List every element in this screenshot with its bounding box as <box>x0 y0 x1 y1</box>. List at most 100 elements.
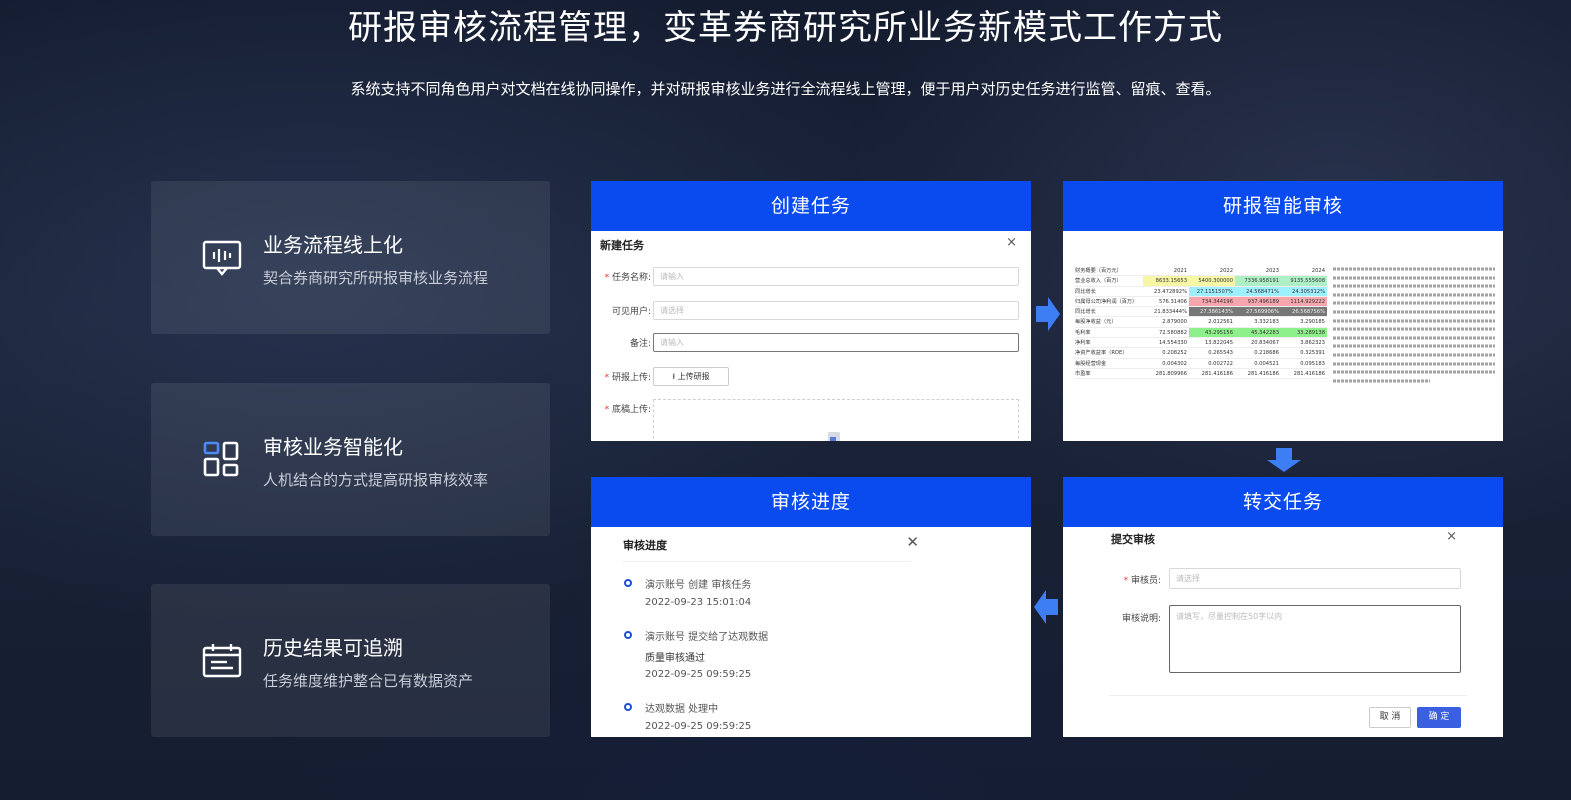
table-row: 归属母公司净利润（百万） 576.31406 734.344196 937.49618… <box>1075 296 1327 308</box>
timeline-event-text: 达观数据 处理中 <box>645 704 719 715</box>
draft-upload-zone[interactable] <box>653 399 1019 441</box>
note-label: 审核说明: <box>1121 614 1161 624</box>
table-cell: 同比增长 <box>1075 288 1096 295</box>
table-row: 财务概要（百万元） 2021 2022 2023 2024 <box>1075 266 1327 277</box>
table-row: 市盈率 281.809966 281.416186 281.416186 281.416… <box>1075 369 1327 380</box>
table-cell: 27.386143% <box>1189 307 1235 317</box>
text-line <box>1333 284 1495 288</box>
table-cell: 0.095183 <box>1300 360 1325 367</box>
table-cell: 8633.15653 <box>1143 276 1189 286</box>
table-cell: 21.833444% <box>1154 309 1187 316</box>
dialog-title: 审核进度 <box>623 539 667 552</box>
text-line <box>1333 327 1495 331</box>
visible-users-select[interactable]: 请选择 <box>653 301 1019 320</box>
close-icon[interactable]: × <box>1446 529 1457 544</box>
arrow-down-icon <box>1267 448 1301 472</box>
timeline-dot <box>624 703 632 711</box>
table-row: 每股净收益（元） 2.879000 2.012561 3.332183 3.290185 <box>1075 317 1327 328</box>
text-line <box>1333 301 1495 305</box>
arrow-left-icon <box>1034 590 1058 624</box>
feature-desc: 人机结合的方式提高研报审核效率 <box>263 471 489 489</box>
report-text-block <box>1333 265 1495 385</box>
draft-upload-label: * 底稿上传: <box>604 405 651 415</box>
table-cell: 576.31406 <box>1158 298 1187 305</box>
table-cell: 1114.929222 <box>1281 296 1327 307</box>
table-cell: 毛利率 <box>1075 329 1091 336</box>
feature-title: 审核业务智能化 <box>263 435 403 459</box>
reviewer-label: * 审核员: <box>1123 576 1161 586</box>
text-line <box>1333 353 1495 357</box>
table-cell: 26.568756% <box>1281 307 1327 317</box>
table-row: 营业总收入（百万） 8633.15653 5400.300000 7336.95819… <box>1075 276 1327 287</box>
timeline-event-sub: 质量审核通过 <box>645 653 705 664</box>
text-line <box>1333 310 1495 314</box>
feature-card-smart: 审核业务智能化 人机结合的方式提高研报审核效率 <box>151 383 550 536</box>
text-line <box>1333 267 1495 271</box>
table-cell: 281.416186 <box>1201 370 1233 377</box>
table-cell: 45.342283 <box>1235 327 1281 338</box>
table-cell: 14.554330 <box>1158 340 1187 347</box>
upload-report-button[interactable]: ⭱ 上传研报 <box>653 367 729 386</box>
table-cell: 24.305312% <box>1281 286 1327 296</box>
table-cell: 净利率 <box>1075 340 1091 347</box>
table-row: 同比增长 23.472892% 27.1151507% 24.568471% 24.30… <box>1075 286 1327 297</box>
review-note-textarea[interactable]: 请填写，尽量控制在50字以内 <box>1169 605 1461 673</box>
table-row: 净资产收益率（ROE） 0.208252 0.265543 0.218686 0.325… <box>1075 348 1327 359</box>
dialog-title: 提交审核 <box>1111 533 1155 546</box>
table-row: 毛利率 72.580882 43.295156 45.342283 33.289138 <box>1075 327 1327 339</box>
table-cell: 净资产收益率（ROE） <box>1075 350 1128 357</box>
table-cell: 33.289138 <box>1281 327 1327 338</box>
page-title: 研报审核流程管理，变革券商研究所业务新模式工作方式 <box>348 8 1223 48</box>
table-cell: 9135.555608 <box>1281 276 1327 286</box>
table-cell: 734.344196 <box>1189 296 1235 307</box>
table-cell: 2022 <box>1219 268 1233 274</box>
panel-create-task: 创建任务 新建任务 × * 任务名称: 请输入 可见用户: 请选择 备注: 请输… <box>591 181 1031 441</box>
text-line <box>1333 276 1495 280</box>
close-icon[interactable]: ✕ <box>906 533 919 551</box>
feature-card-history: 历史结果可追溯 任务维度维护整合已有数据资产 <box>151 584 550 737</box>
panel-transfer-task: 转交任务 提交审核 × * 审核员: 请选择 审核说明: 请填写，尽量控制在50… <box>1063 477 1503 737</box>
visible-users-label: 可见用户: <box>611 307 651 317</box>
remark-label: 备注: <box>629 339 651 349</box>
reviewer-select[interactable]: 请选择 <box>1169 568 1461 589</box>
table-cell: 27.1151507% <box>1189 286 1235 296</box>
grid-blocks-icon <box>203 441 239 477</box>
text-line <box>1333 379 1431 383</box>
table-cell: 0.218686 <box>1254 350 1279 357</box>
table-cell: 27.569906% <box>1235 307 1281 317</box>
cancel-button[interactable]: 取 消 <box>1369 707 1411 728</box>
table-cell: 同比增长 <box>1075 309 1096 316</box>
table-row: 每股经营现金 0.004302 0.002722 0.004521 0.095183 <box>1075 359 1327 369</box>
remark-input[interactable]: 请输入 <box>653 333 1019 352</box>
table-cell: 281.416186 <box>1247 370 1279 377</box>
task-name-input[interactable]: 请输入 <box>653 267 1019 286</box>
table-cell: 24.568471% <box>1235 286 1281 296</box>
table-row: 同比增长 21.833444% 27.386143% 27.569906% 26.568… <box>1075 307 1327 318</box>
panel-header: 研报智能审核 <box>1063 181 1503 231</box>
timeline-event-time: 2022-09-25 09:59:25 <box>645 721 752 732</box>
confirm-button[interactable]: 确 定 <box>1417 707 1461 728</box>
table-cell: 20.834067 <box>1250 340 1279 347</box>
table-cell: 23.472892% <box>1154 288 1187 295</box>
table-cell: 937.496189 <box>1235 296 1281 307</box>
table-cell: 2.879000 <box>1162 319 1187 326</box>
panel-review-progress: 审核进度 审核进度 ✕ 演示账号 创建 审核任务 2022-09-23 15:0… <box>591 477 1031 737</box>
table-cell: 2.012561 <box>1208 319 1233 326</box>
table-cell: 2024 <box>1311 268 1325 274</box>
close-icon[interactable]: × <box>1006 235 1017 250</box>
financial-table: 财务概要（百万元） 2021 2022 2023 2024 营业总收入（百万） 8633.1… <box>1075 266 1327 380</box>
table-cell: 3.862323 <box>1300 340 1325 347</box>
timeline-dot <box>624 631 632 639</box>
file-icon <box>828 432 840 441</box>
page-subtitle: 系统支持不同角色用户对文档在线协同操作，并对研报审核业务进行全流程线上管理，便于… <box>350 80 1221 98</box>
table-row: 净利率 14.554330 13.822045 20.834067 3.862323 <box>1075 338 1327 349</box>
table-cell: 2021 <box>1173 268 1187 274</box>
table-cell: 5400.300000 <box>1189 276 1235 286</box>
timeline-event-text: 演示账号 提交给了达观数据 <box>645 632 769 643</box>
feature-desc: 任务维度维护整合已有数据资产 <box>263 672 474 690</box>
text-line <box>1333 362 1495 366</box>
table-cell: 0.325391 <box>1300 350 1325 357</box>
table-cell: 0.004302 <box>1162 360 1187 367</box>
timeline-dot <box>624 579 632 587</box>
table-cell: 7336.958191 <box>1235 276 1281 286</box>
